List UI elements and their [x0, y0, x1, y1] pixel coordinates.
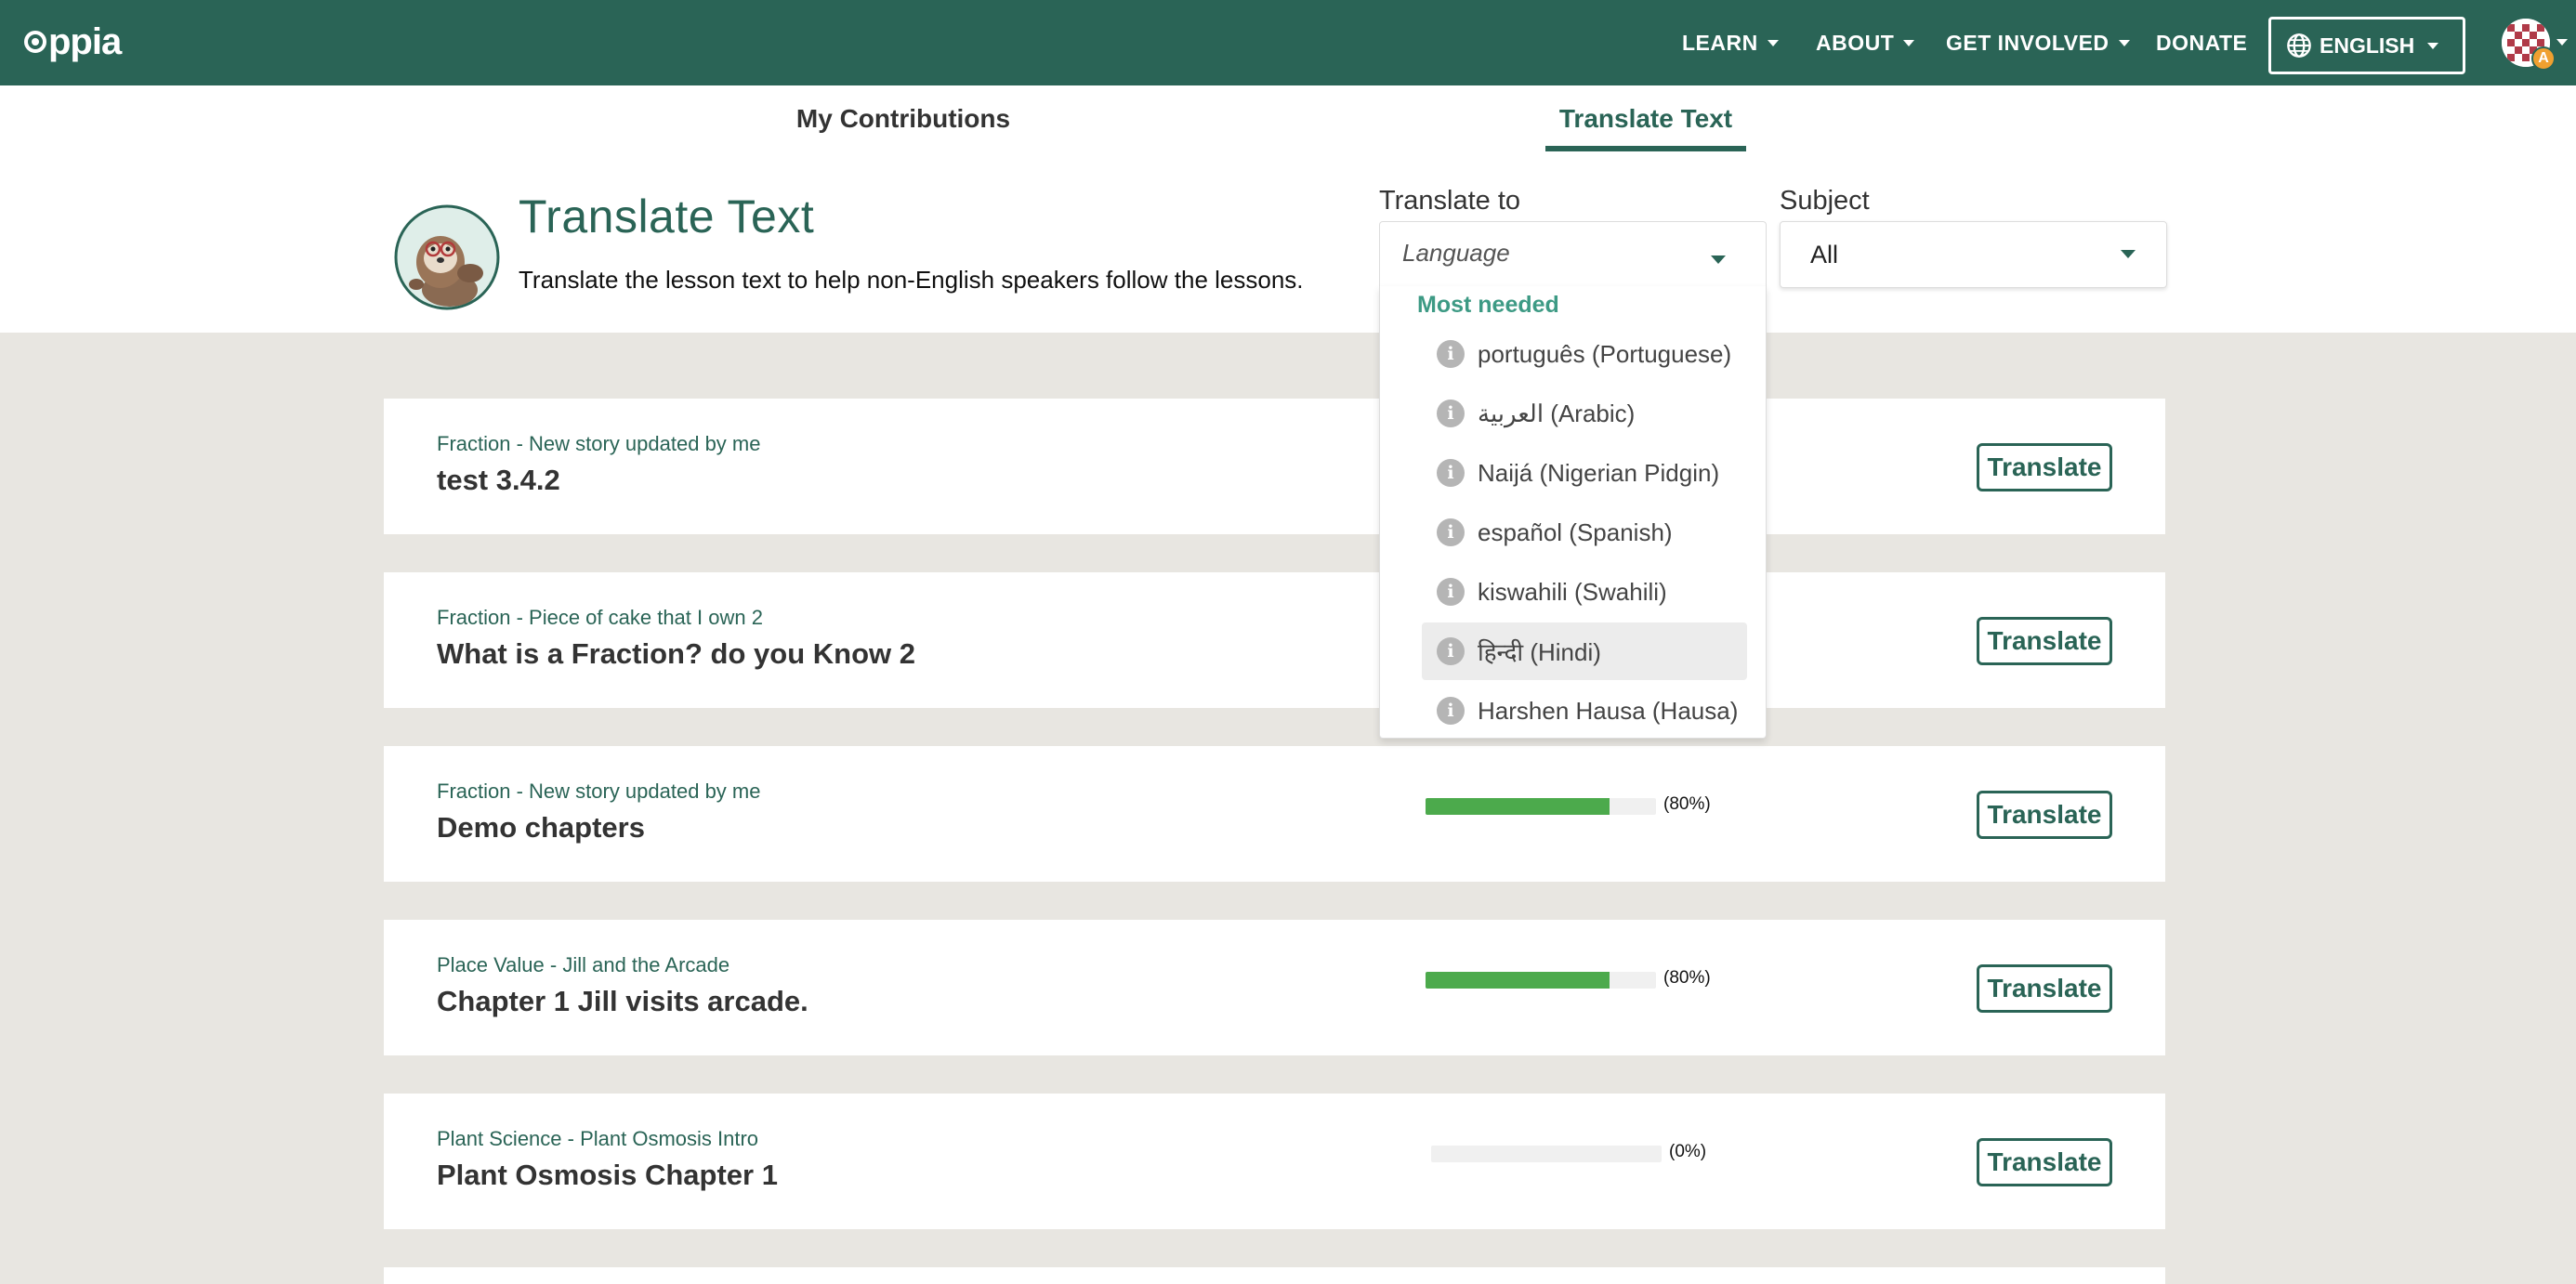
info-icon[interactable]: i [1437, 518, 1465, 546]
logo-mark-icon [24, 31, 46, 53]
progress-percent: (80%) [1663, 794, 1711, 814]
language-option-label: Harshen Hausa (Hausa) [1478, 696, 1739, 725]
nav-get-involved[interactable]: GET INVOLVED [1946, 0, 2130, 85]
opportunity-chapter: Demo chapters [437, 811, 645, 844]
opportunity-topic: Fraction - New story updated by me [437, 780, 761, 803]
translate-to-label: Translate to [1379, 186, 1521, 216]
progress-fill [1426, 798, 1610, 815]
subject-select[interactable]: All [1780, 221, 2167, 288]
site-language-label: ENGLISH [2320, 33, 2415, 58]
info-icon[interactable]: i [1437, 578, 1465, 606]
info-icon[interactable]: i [1437, 637, 1465, 665]
translate-button[interactable]: Translate [1977, 443, 2112, 491]
active-tab-indicator [1545, 146, 1746, 151]
page-title: Translate Text [519, 190, 815, 242]
progress-percent: (80%) [1663, 968, 1711, 988]
page-subtitle: Translate the lesson text to help non-En… [519, 266, 1304, 294]
progress-fill [1426, 972, 1610, 989]
language-select-placeholder: Language [1402, 239, 1510, 267]
chevron-down-icon [1903, 39, 1915, 46]
subject-select-value: All [1810, 241, 1839, 269]
opportunity-topic: Place Value - Jill and the Arcade [437, 953, 730, 976]
top-navbar: ppia LEARN ABOUT GET INVOLVED DONATE ENG… [0, 0, 2576, 85]
language-option-swahili[interactable]: i kiswahili (Swahili) [1422, 563, 1747, 621]
chevron-down-icon [1767, 39, 1779, 46]
info-icon[interactable]: i [1437, 340, 1465, 368]
globe-icon [2287, 33, 2311, 58]
nav-learn-label: LEARN [1682, 30, 1758, 55]
opportunity-card: Fraction - New story updated by me Demo … [384, 746, 2165, 882]
header-area [0, 85, 2576, 333]
opportunity-topic: Plant Science - Plant Osmosis Intro [437, 1127, 759, 1150]
opportunity-chapter: Plant Osmosis Chapter 1 [437, 1159, 778, 1191]
opportunity-card: Plant Science - Plant Osmosis Intro Plan… [384, 1094, 2165, 1229]
language-dropdown-menu: Most needed i português (Portuguese) i الع… [1379, 286, 1767, 739]
opportunity-chapter: test 3.4.2 [437, 464, 560, 496]
translate-button[interactable]: Translate [1977, 1138, 2112, 1186]
info-icon[interactable]: i [1437, 697, 1465, 725]
language-option-spanish[interactable]: i español (Spanish) [1422, 504, 1747, 561]
language-select[interactable]: Language [1379, 221, 1767, 288]
info-icon[interactable]: i [1437, 459, 1465, 487]
language-option-label: Naijá (Nigerian Pidgin) [1478, 458, 1720, 487]
logo-text: ppia [48, 20, 122, 62]
nav-learn[interactable]: LEARN [1682, 0, 1779, 85]
opportunity-card: Place Value - Jill and the Arcade Chapte… [384, 920, 2165, 1055]
info-icon[interactable]: i [1437, 400, 1465, 427]
opportunity-topic: Fraction - Piece of cake that I own 2 [437, 606, 763, 629]
opportunity-card: Fraction - New story updated by me test … [384, 399, 2165, 534]
subject-label: Subject [1780, 186, 1870, 216]
language-option-portuguese[interactable]: i português (Portuguese) [1422, 325, 1747, 383]
language-option-nigerian-pidgin[interactable]: i Naijá (Nigerian Pidgin) [1422, 444, 1747, 502]
translate-button[interactable]: Translate [1977, 791, 2112, 839]
tab-translate-text[interactable]: Translate Text [1545, 85, 1746, 152]
translate-button[interactable]: Translate [1977, 617, 2112, 665]
otter-mascot-icon [394, 204, 500, 310]
nav-donate-label: DONATE [2156, 30, 2248, 55]
oppia-logo[interactable]: ppia [24, 19, 122, 65]
opportunity-chapter: What is a Fraction? do you Know 2 [437, 637, 915, 670]
dropdown-group-most-needed: Most needed [1417, 292, 1559, 318]
progress-percent: (0%) [1669, 1142, 1707, 1161]
language-option-label: العربية (Arabic) [1478, 399, 1636, 427]
opportunity-card [384, 1267, 2165, 1284]
language-option-label: português (Portuguese) [1478, 339, 1732, 368]
translate-button[interactable]: Translate [1977, 964, 2112, 1013]
nav-get-involved-label: GET INVOLVED [1946, 30, 2109, 55]
chevron-down-icon [2427, 42, 2439, 49]
translation-progress-bar [1426, 972, 1656, 989]
site-language-button[interactable]: ENGLISH [2268, 17, 2465, 74]
language-option-hindi[interactable]: i हिन्दी (Hindi) [1422, 622, 1747, 680]
language-option-label: हिन्दी (Hindi) [1478, 638, 1601, 666]
nav-donate[interactable]: DONATE [2156, 0, 2247, 85]
language-option-arabic[interactable]: i العربية (Arabic) [1422, 385, 1747, 442]
chevron-down-icon [2121, 250, 2136, 258]
avatar-badge: A [2531, 46, 2556, 71]
language-option-label: español (Spanish) [1478, 518, 1673, 546]
language-option-hausa[interactable]: i Harshen Hausa (Hausa) [1422, 682, 1747, 740]
tab-my-contributions[interactable]: My Contributions [781, 85, 1026, 152]
opportunity-card: Fraction - Piece of cake that I own 2 Wh… [384, 572, 2165, 708]
chevron-down-icon [2118, 39, 2130, 46]
translation-progress-bar [1426, 798, 1656, 815]
nav-about[interactable]: ABOUT [1816, 0, 1915, 85]
nav-about-label: ABOUT [1816, 30, 1895, 55]
opportunity-chapter: Chapter 1 Jill visits arcade. [437, 985, 808, 1017]
chevron-down-icon[interactable] [2556, 39, 2568, 46]
language-option-label: kiswahili (Swahili) [1478, 577, 1667, 606]
opportunity-topic: Fraction - New story updated by me [437, 432, 761, 455]
translation-progress-bar [1431, 1146, 1662, 1162]
chevron-down-icon [1711, 255, 1726, 264]
